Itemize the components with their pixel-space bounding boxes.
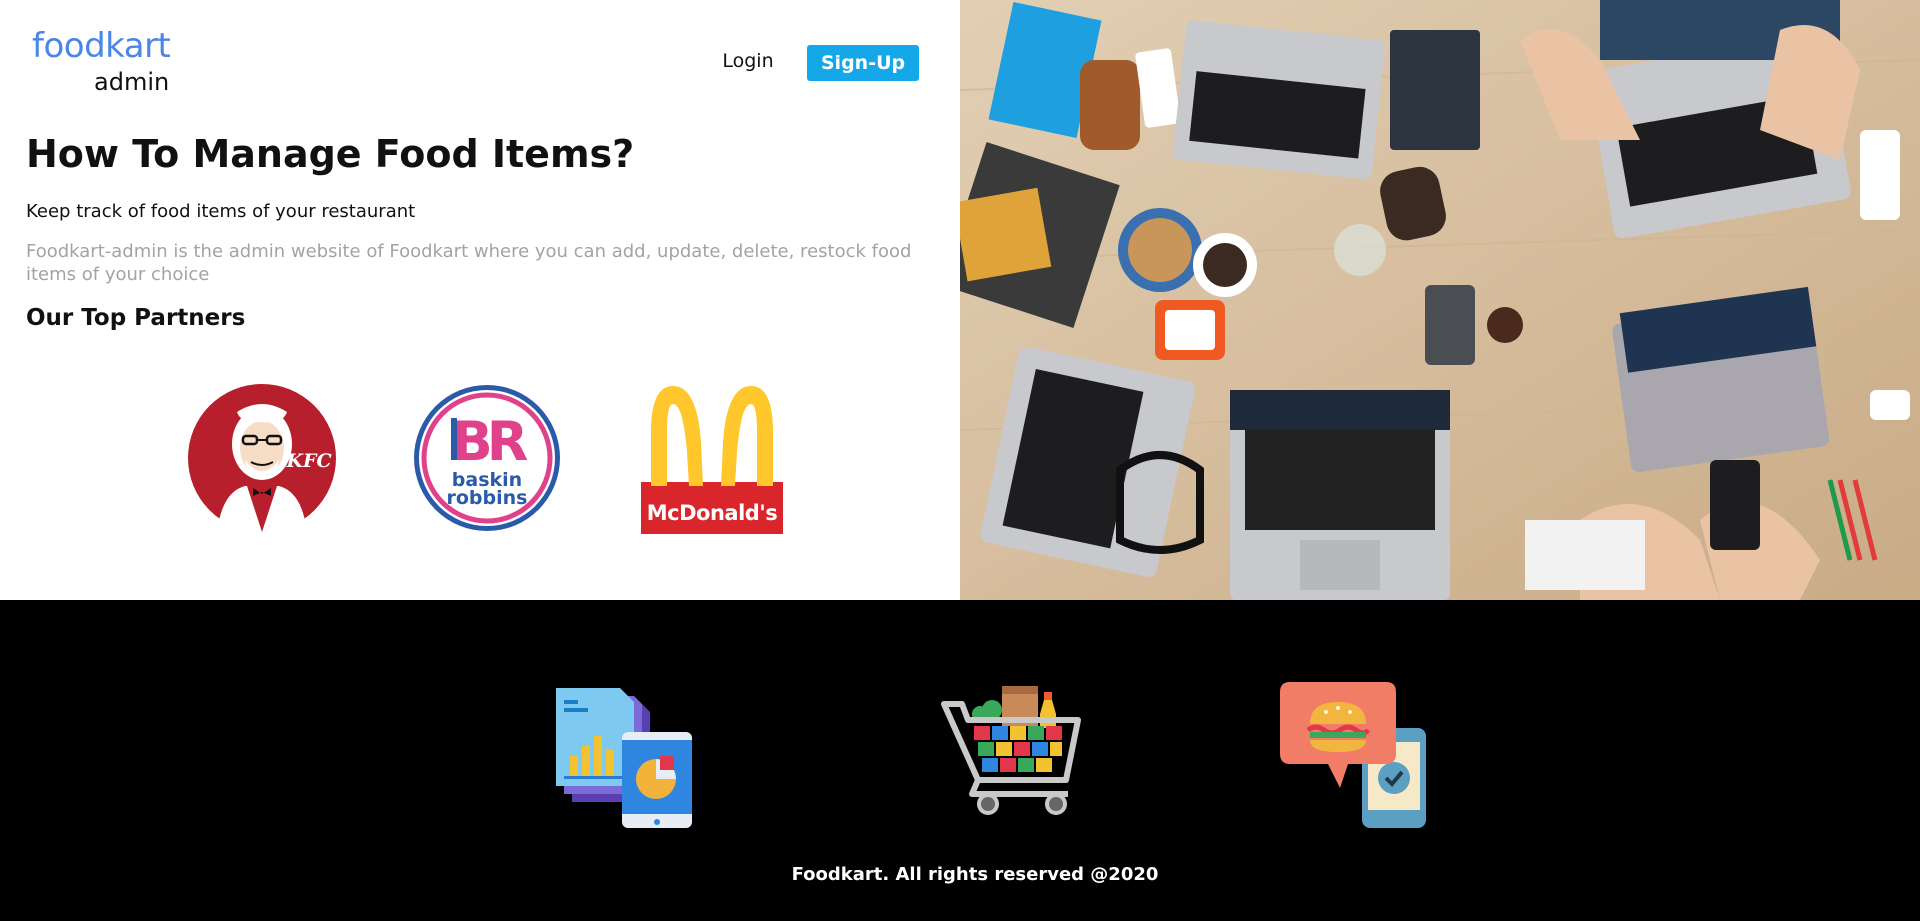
mcdonalds-logo: McDonald's bbox=[637, 382, 787, 534]
kfc-logo: KFC bbox=[187, 382, 337, 534]
hero-description: Foodkart-admin is the admin website of F… bbox=[26, 241, 912, 285]
report-mobile-icon bbox=[550, 680, 698, 830]
svg-text:BR: BR bbox=[452, 410, 528, 473]
svg-text:KFC: KFC bbox=[285, 450, 331, 472]
svg-text:robbins: robbins bbox=[447, 487, 528, 509]
hero-title: How To Manage Food Items? bbox=[26, 132, 635, 176]
brand-logo[interactable]: foodkart admin bbox=[32, 26, 182, 96]
brand-name: foodkart bbox=[32, 26, 171, 66]
hero-panel: foodkart admin Login Sign-Up How To Mana… bbox=[0, 0, 960, 600]
shopping-cart-icon bbox=[940, 680, 1088, 830]
svg-text:McDonald's: McDonald's bbox=[647, 501, 778, 525]
login-link[interactable]: Login bbox=[714, 46, 782, 76]
footer: Foodkart. All rights reserved @2020 bbox=[0, 600, 1920, 921]
hero-photo bbox=[960, 0, 1920, 600]
partners-heading: Our Top Partners bbox=[26, 305, 246, 331]
food-order-chat-icon bbox=[1280, 680, 1428, 830]
footer-copyright: Foodkart. All rights reserved @2020 bbox=[791, 864, 1159, 885]
hero-subtitle: Keep track of food items of your restaur… bbox=[26, 201, 416, 222]
brand-subtitle: admin bbox=[94, 68, 170, 96]
baskin-robbins-logo: BR baskin robbins bbox=[412, 382, 562, 534]
signup-button[interactable]: Sign-Up bbox=[807, 45, 919, 81]
top-section: foodkart admin Login Sign-Up How To Mana… bbox=[0, 0, 1920, 600]
